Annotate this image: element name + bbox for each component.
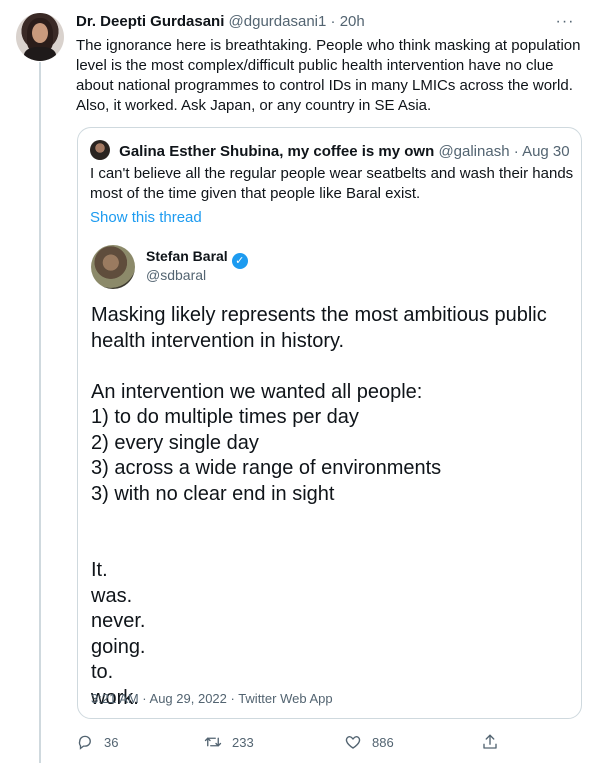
embedded-line: 1) to do multiple times per day [91,406,359,428]
embedded-line [91,507,576,533]
embedded-line: It. [91,559,108,581]
like-icon [345,736,361,749]
verified-badge-icon: ✓ [231,253,248,269]
like-count: 886 [372,735,394,750]
tweet-time[interactable]: 20h [340,13,365,30]
retweet-icon [204,737,222,747]
embedded-tweet-footer: 3:21 AM · Aug 29, 2022 · Twitter Web App [91,691,333,706]
embedded-line [91,354,576,380]
reply-count: 36 [104,735,119,750]
more-icon[interactable]: ··· [554,12,576,32]
author-avatar[interactable] [16,13,64,61]
embedded-line: 2) every single day [91,431,259,454]
separator-dot: · [330,13,336,30]
tweet-text: The ignorance here is breathtaking. Peop… [76,37,581,114]
tweet-actions: 36 233 886 [76,733,506,753]
embedded-line: going. [91,635,146,658]
like-button[interactable]: 886 [344,733,394,753]
quoted-tweet-text: I can't believe all the regular people w… [90,165,574,202]
reply-icon [78,735,91,750]
show-thread-link[interactable]: Show this thread [90,208,202,228]
embedded-line: 3) across a wide range of environments [91,457,442,479]
tweet-header: Dr. Deepti Gurdasani @dgurdasani1 · 20h … [76,12,576,32]
thread-line [39,62,41,763]
embedded-line: to. [91,661,114,683]
separator-dot: · [513,143,519,160]
embedded-author-handle: @sdbaral [146,267,207,283]
share-button[interactable] [481,733,509,753]
embedded-line [91,533,576,559]
quoted-tweet-date: Aug 30 [522,143,570,160]
author-handle[interactable]: @dgurdasani1 [229,13,327,30]
embedded-line: Masking likely represents the most ambit… [91,304,547,326]
avatar-face [32,23,48,43]
reply-button[interactable]: 36 [76,733,118,753]
embedded-line: never. [91,610,146,632]
author-name[interactable]: Dr. Deepti Gurdasani [76,13,224,30]
quoted-author-handle: @galinash [438,143,510,160]
embedded-tweet-body: Masking likely represents the most ambit… [91,303,576,711]
embedded-line: was. [91,584,133,607]
embedded-author-avatar [91,245,135,289]
embedded-line: health intervention in history. [91,329,345,352]
avatar-body [24,47,56,61]
quoted-tweet-header: Galina Esther Shubina, my coffee is my o… [90,140,570,160]
embedded-line: An intervention we wanted all people: [91,380,423,403]
quoted-author-name: Galina Esther Shubina, my coffee is my o… [119,143,435,160]
retweet-button[interactable]: 233 [204,733,254,753]
embedded-tweet-image[interactable]: Stefan Baral ✓ @sdbaral Masking likely re… [78,236,581,718]
embedded-line: 3) with no clear end in sight [91,482,335,505]
embedded-author-name: Stefan Baral [146,248,228,264]
retweet-count: 233 [232,735,254,750]
share-icon [483,734,497,749]
quoted-tweet[interactable]: Galina Esther Shubina, my coffee is my o… [77,127,582,719]
quoted-author-avatar [90,140,110,160]
